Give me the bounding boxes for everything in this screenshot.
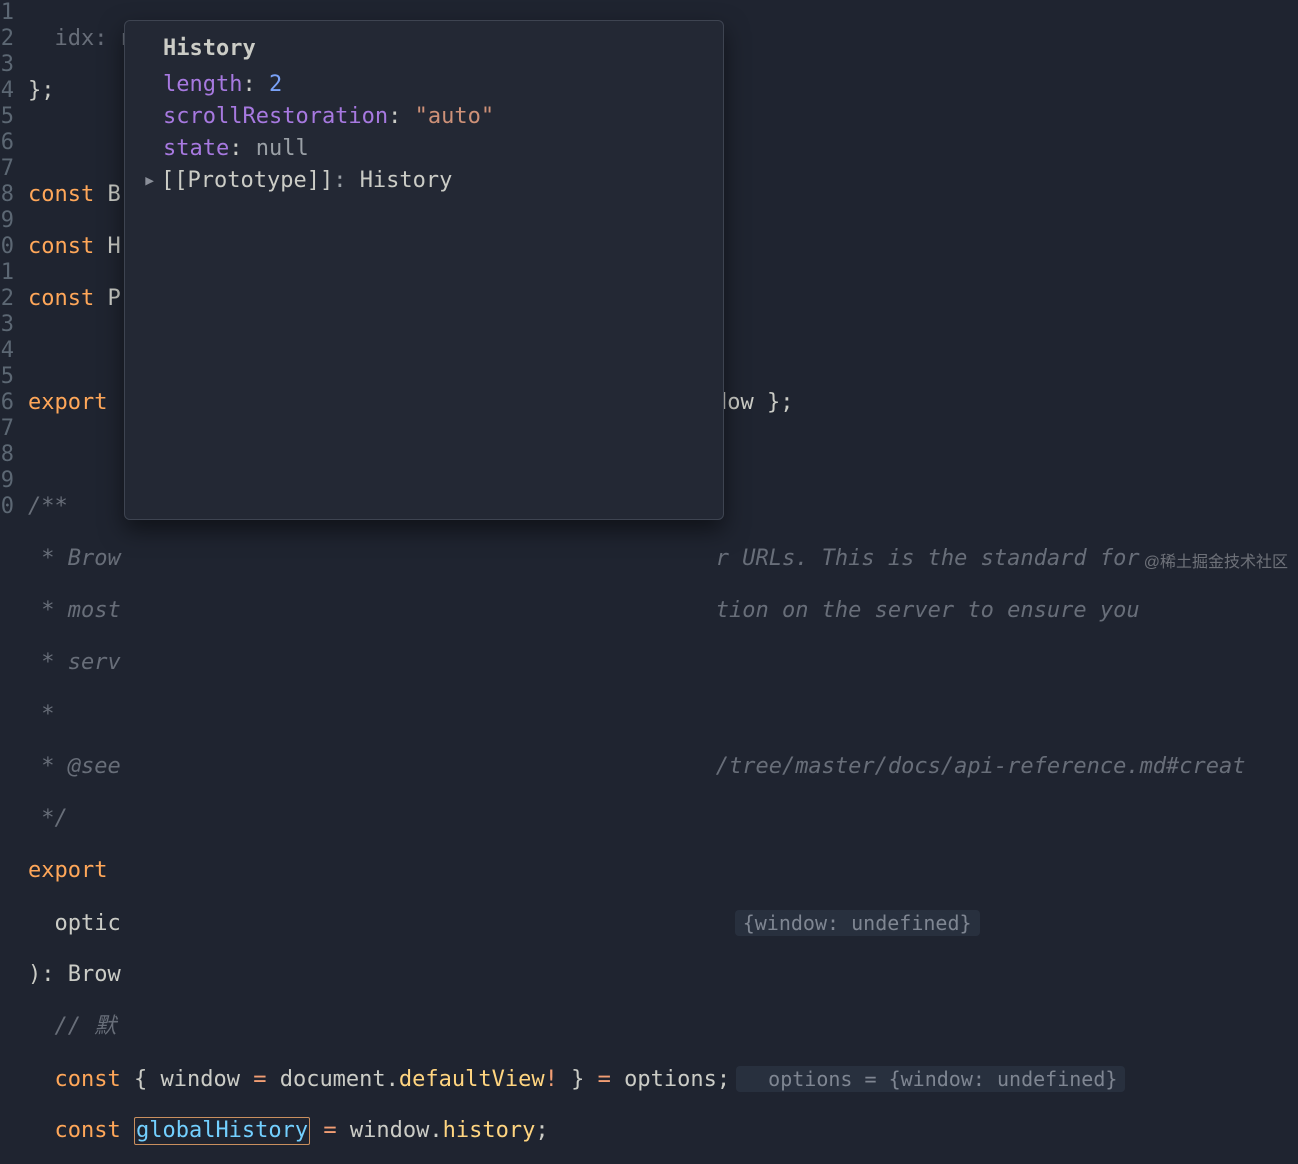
code-operator: = (598, 1067, 625, 1092)
line-number: 6 (0, 130, 14, 156)
line-number: 7 (0, 416, 14, 442)
code-comment: // 默 (28, 1014, 116, 1039)
code-keyword: const (28, 182, 94, 207)
code-text: optic (28, 911, 121, 936)
code-text: ; (535, 1118, 548, 1143)
code-identifier[interactable]: globalHistory (136, 1118, 308, 1143)
inlay-hint: {window: undefined} (735, 910, 980, 936)
line-number: 5 (0, 104, 14, 130)
tooltip-property-row[interactable]: scrollRestoration: "auto" (163, 101, 713, 133)
line-number-gutter: 1 2 3 4 5 6 7 8 9 0 1 2 3 4 5 6 7 8 9 0 (0, 0, 14, 582)
line-number: 6 (0, 390, 14, 416)
code-keyword: const (28, 1118, 121, 1143)
code-identifier: window (160, 1067, 239, 1092)
code-text: ): (28, 962, 68, 987)
code-comment: /tree/master/docs/api-reference.md#creat (716, 754, 1246, 779)
line-number: 1 (0, 0, 14, 26)
code-comment: */ (28, 806, 68, 831)
line-number: 0 (0, 234, 14, 260)
code-operator: ! (545, 1067, 558, 1092)
line-number: 8 (0, 182, 14, 208)
line-number: 3 (0, 312, 14, 338)
code-property: defaultView (399, 1067, 545, 1092)
line-number: 1 (0, 260, 14, 286)
code-text: }; (28, 78, 55, 103)
code-comment: tion on the server to ensure you (716, 598, 1140, 623)
code-text: H (94, 234, 121, 259)
inlay-hint: options = {window: undefined} (736, 1066, 1125, 1092)
tooltip-prototype-row[interactable]: ▸[[Prototype]]: History (143, 165, 713, 197)
code-keyword: export (28, 858, 107, 883)
code-text: . (429, 1118, 442, 1143)
code-property: history (443, 1118, 536, 1143)
line-number: 4 (0, 78, 14, 104)
code-comment: * (28, 702, 55, 727)
code-text: } (558, 1067, 598, 1092)
code-comment: /** (28, 494, 68, 519)
code-comment: * most (28, 598, 121, 623)
code-operator: = (310, 1118, 350, 1143)
code-comment: r URLs. This is the standard for (716, 546, 1140, 571)
line-number: 0 (0, 494, 14, 520)
line-number: 2 (0, 26, 14, 52)
code-keyword: export (28, 390, 107, 415)
expand-triangle-icon[interactable]: ▸ (143, 165, 161, 197)
code-identifier: options (624, 1067, 717, 1092)
highlighted-identifier-box: globalHistory (134, 1117, 310, 1145)
code-text (121, 1118, 134, 1143)
line-number: 8 (0, 442, 14, 468)
code-text: idx: (28, 26, 121, 51)
code-text: P (94, 286, 121, 311)
code-comment: * @see (28, 754, 121, 779)
hover-tooltip[interactable]: History length: 2 scrollRestoration: "au… (124, 20, 724, 520)
code-keyword: const (28, 286, 94, 311)
line-number: 9 (0, 468, 14, 494)
watermark: @稀土掘金技术社区 (1144, 550, 1288, 576)
line-number: 4 (0, 338, 14, 364)
code-identifier: window (350, 1118, 429, 1143)
line-number: 7 (0, 156, 14, 182)
code-text: Brow (68, 962, 121, 987)
line-number: 3 (0, 52, 14, 78)
code-text: { (121, 1067, 161, 1092)
tooltip-property-row[interactable]: state: null (163, 133, 713, 165)
code-identifier: document (280, 1067, 386, 1092)
line-number: 2 (0, 286, 14, 312)
line-number: 5 (0, 364, 14, 390)
code-comment: * serv (28, 650, 121, 675)
code-comment: * Brow (28, 546, 121, 571)
line-number: 9 (0, 208, 14, 234)
code-keyword: const (28, 234, 94, 259)
tooltip-property-row[interactable]: length: 2 (163, 69, 713, 101)
code-text: ; (717, 1067, 730, 1092)
code-keyword: const (28, 1067, 121, 1092)
code-text: B (94, 182, 121, 207)
tooltip-title: History (163, 33, 713, 65)
code-text: . (386, 1067, 399, 1092)
code-operator: = (240, 1067, 280, 1092)
